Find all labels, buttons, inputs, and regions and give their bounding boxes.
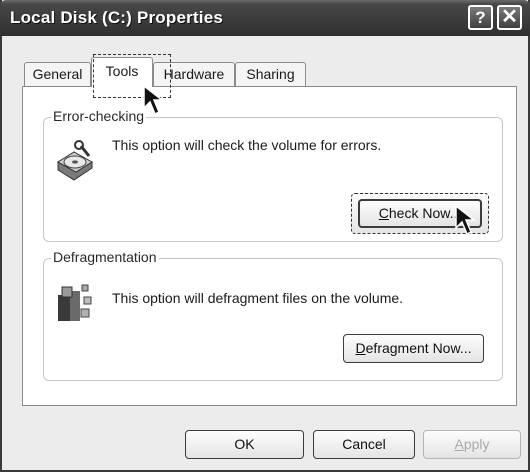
defragmentation-group: Defragmentation This option will defragm… [43, 249, 503, 381]
ok-button[interactable]: OK [185, 430, 304, 459]
tab-hardware[interactable]: Hardware [153, 62, 235, 86]
defragmentation-label: Defragmentation [51, 249, 159, 265]
properties-window: Local Disk (C:) Properties ? ✕ General T… [0, 0, 530, 472]
tab-tools[interactable]: Tools [91, 57, 153, 87]
apply-label: pply [463, 436, 490, 452]
tab-sharing[interactable]: Sharing [235, 62, 306, 86]
close-icon: ✕ [501, 6, 518, 28]
tools-tab-panel: Error-checking This option will check th… [22, 86, 517, 406]
title-bar[interactable]: Local Disk (C:) Properties ? ✕ [0, 0, 530, 36]
defragment-icon [58, 284, 92, 321]
defragment-now-label: efragment Now... [365, 340, 472, 356]
window-title: Local Disk (C:) Properties [10, 8, 224, 27]
help-button[interactable]: ? [468, 5, 493, 30]
disk-check-icon [57, 140, 93, 181]
help-icon: ? [475, 8, 486, 27]
check-now-label: heck Now... [388, 205, 462, 221]
close-button[interactable]: ✕ [497, 5, 522, 30]
apply-button[interactable]: Apply [423, 430, 521, 459]
check-now-mnemonic: C [378, 205, 389, 221]
defragment-now-button[interactable]: Defragment Now... [343, 334, 484, 363]
defragmentation-description: This option will defragment files on the… [112, 290, 404, 306]
cancel-button[interactable]: Cancel [313, 430, 415, 459]
error-checking-group: Error-checking This option will check th… [43, 108, 503, 242]
check-now-button[interactable]: Check Now... [358, 199, 482, 228]
error-checking-description: This option will check the volume for er… [112, 137, 382, 153]
error-checking-label: Error-checking [51, 108, 147, 124]
apply-mnemonic: A [454, 436, 464, 452]
tab-general[interactable]: General [24, 62, 91, 86]
defragment-now-mnemonic: D [355, 340, 366, 356]
